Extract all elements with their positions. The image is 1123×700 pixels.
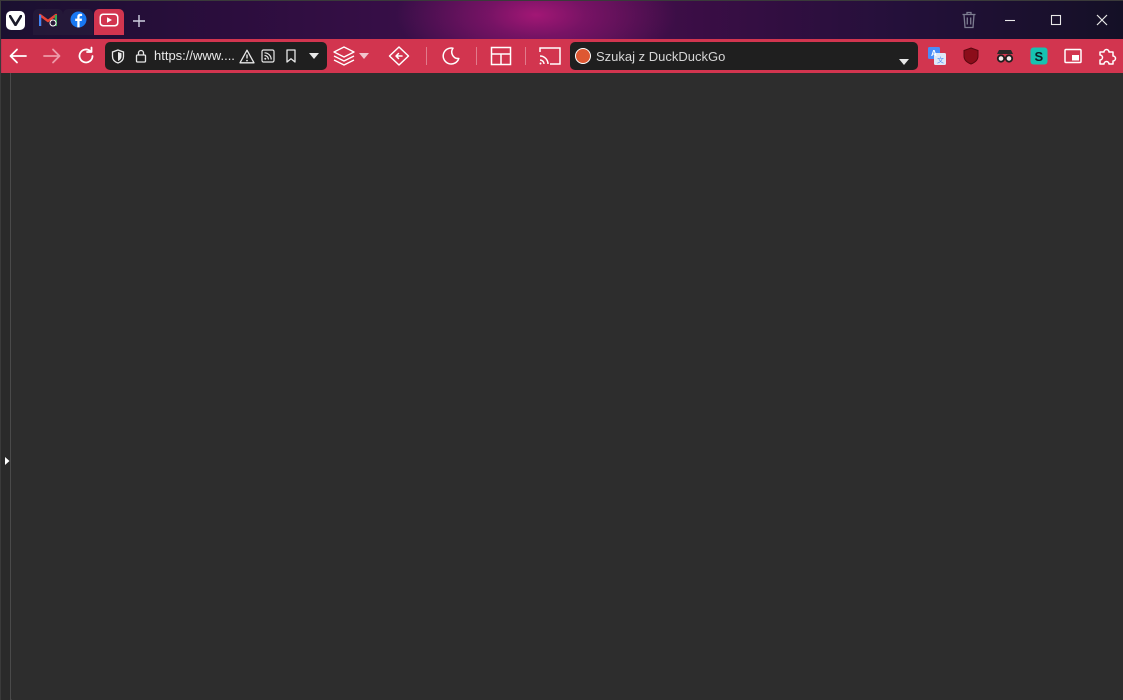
ublock-extension-button[interactable] — [959, 44, 983, 68]
trash-button[interactable] — [957, 9, 981, 31]
vivaldi-logo-icon[interactable] — [6, 11, 25, 30]
translate-icon: A文 — [928, 47, 946, 65]
new-tab-button[interactable] — [130, 12, 148, 30]
browser-window: https://www.... Szukaj z DuckDuckGo A 文 … — [0, 0, 1123, 700]
s-extension-icon: S — [1030, 47, 1048, 65]
svg-text:S: S — [1035, 49, 1044, 64]
tab-facebook[interactable] — [63, 9, 93, 35]
minimize-button[interactable] — [998, 9, 1022, 31]
back-arrow-icon — [9, 48, 27, 64]
search-bar[interactable] — [570, 42, 918, 70]
cast-icon — [539, 47, 561, 65]
chevron-right-icon — [5, 457, 10, 465]
tab-bar — [1, 1, 1123, 39]
puzzle-piece-icon — [1099, 48, 1117, 65]
plus-icon — [133, 15, 145, 27]
tab-gmail[interactable] — [33, 9, 63, 35]
side-panel — [1, 73, 11, 700]
search-engine-dropdown-icon[interactable] — [899, 52, 909, 70]
rewind-icon — [388, 46, 410, 66]
warning-icon[interactable] — [239, 48, 255, 64]
picture-in-picture-button[interactable] — [1061, 44, 1085, 68]
tile-layout-button[interactable] — [488, 44, 514, 68]
lock-icon[interactable] — [133, 48, 149, 64]
gmail-icon — [38, 13, 58, 32]
maximize-icon — [1050, 14, 1062, 26]
panel-toggle-button[interactable] — [3, 453, 11, 465]
address-dropdown-icon[interactable] — [306, 48, 322, 64]
trash-icon — [962, 11, 976, 29]
search-input[interactable] — [596, 48, 886, 64]
maximize-button[interactable] — [1044, 9, 1068, 31]
layers-icon — [333, 46, 355, 66]
privacy-extension-button[interactable] — [993, 44, 1017, 68]
layout-icon — [490, 46, 512, 66]
rss-feed-icon[interactable] — [260, 48, 276, 64]
minimize-icon — [1005, 19, 1015, 22]
chevron-down-icon — [359, 53, 369, 59]
shield-icon[interactable] — [110, 48, 126, 64]
address-bar[interactable]: https://www.... — [105, 42, 327, 70]
forward-button[interactable] — [39, 44, 65, 68]
youtube-icon — [99, 13, 119, 32]
reload-icon — [78, 46, 94, 64]
cast-button[interactable] — [537, 44, 563, 68]
close-icon — [1096, 14, 1108, 26]
rewind-button[interactable] — [387, 44, 413, 68]
close-button[interactable] — [1090, 9, 1114, 31]
ublock-shield-icon — [963, 47, 979, 65]
navigation-toolbar: https://www.... Szukaj z DuckDuckGo A 文 … — [1, 39, 1123, 91]
bookmark-icon[interactable] — [283, 48, 299, 64]
forward-arrow-icon — [43, 48, 61, 64]
facebook-icon — [70, 11, 87, 33]
svg-text:文: 文 — [937, 56, 944, 65]
night-mode-button[interactable] — [438, 44, 464, 68]
layers-button[interactable] — [331, 44, 357, 68]
reload-button[interactable] — [73, 44, 99, 68]
extensions-button[interactable] — [1095, 44, 1119, 68]
back-button[interactable] — [5, 44, 31, 68]
translate-extension-button[interactable]: A文 — [925, 44, 949, 68]
toolbar-separator — [476, 47, 477, 65]
toolbar-separator — [525, 47, 526, 65]
duckduckgo-icon[interactable] — [575, 48, 591, 64]
picture-in-picture-icon — [1064, 48, 1082, 64]
web-page-content[interactable] — [12, 73, 1123, 700]
spy-glasses-icon — [996, 50, 1014, 63]
url-text[interactable]: https://www.... — [154, 49, 240, 63]
layers-dropdown-button[interactable] — [357, 44, 371, 68]
moon-icon — [442, 47, 460, 65]
s-extension-button[interactable]: S — [1027, 44, 1051, 68]
toolbar-separator — [426, 47, 427, 65]
tab-youtube[interactable] — [94, 9, 124, 35]
